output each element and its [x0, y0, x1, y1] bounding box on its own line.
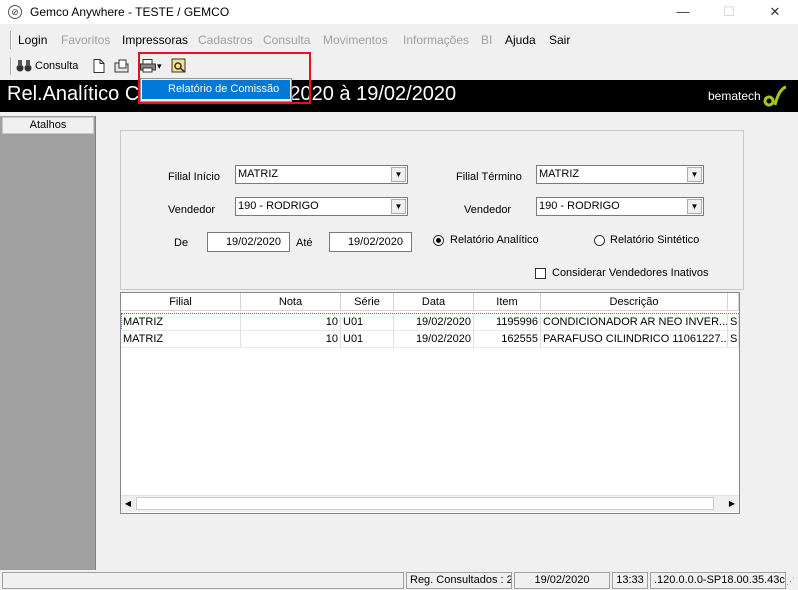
chevron-down-icon[interactable]: ▼: [391, 199, 406, 214]
open-document-button[interactable]: [113, 56, 131, 76]
consulta-label: Consulta: [35, 60, 79, 72]
col-header-serie[interactable]: Série: [341, 293, 394, 311]
de-label: De: [174, 237, 189, 249]
radio-analitico[interactable]: [433, 235, 444, 246]
vendedor-termino-value: 190 - RODRIGO: [539, 200, 620, 212]
filial-inicio-label: Filial Início: [168, 171, 220, 183]
de-date-input[interactable]: 19/02/2020: [207, 232, 290, 252]
vendedor-termino-label: Vendedor: [464, 204, 512, 216]
radio-sintetico-label[interactable]: Relatório Sintético: [610, 234, 699, 246]
status-records: Reg. Consultados : 2: [406, 572, 512, 589]
menu-cadastros[interactable]: Cadastros: [198, 33, 253, 47]
menu-informacoes[interactable]: Informações: [403, 33, 469, 47]
highlight-box: [138, 52, 311, 104]
cell-extra[interactable]: S: [728, 331, 739, 348]
menu-bar: [0, 30, 798, 50]
menu-favoritos[interactable]: Favoritos: [61, 33, 110, 47]
filial-inicio-value: MATRIZ: [238, 168, 279, 180]
window-title: Gemco Anywhere - TESTE / GEMCO: [30, 5, 230, 19]
filial-inicio-select[interactable]: MATRIZ ▼: [235, 165, 408, 184]
col-header-data[interactable]: Data: [394, 293, 474, 311]
col-header-item[interactable]: Item: [474, 293, 541, 311]
filial-termino-value: MATRIZ: [539, 168, 580, 180]
ate-date-input[interactable]: 19/02/2020: [329, 232, 412, 252]
col-header-descricao[interactable]: Descrição: [541, 293, 728, 311]
menu-consulta[interactable]: Consulta: [263, 33, 310, 47]
cell-item[interactable]: 1195996: [474, 314, 541, 331]
cell-filial[interactable]: MATRIZ: [121, 314, 241, 331]
menu-sair[interactable]: Sair: [549, 33, 570, 47]
ate-label: Até: [296, 237, 313, 249]
cell-nota[interactable]: 10: [241, 314, 341, 331]
cell-serie[interactable]: U01: [341, 331, 394, 348]
radio-sintetico[interactable]: [594, 235, 605, 246]
consulta-button[interactable]: Consulta: [14, 56, 82, 76]
menu-ajuda[interactable]: Ajuda: [505, 33, 536, 47]
vendedor-value: 190 - RODRIGO: [238, 200, 319, 212]
cell-extra[interactable]: S: [728, 314, 739, 331]
vendedor-select[interactable]: 190 - RODRIGO ▼: [235, 197, 408, 216]
binoculars-icon: [16, 60, 32, 72]
chevron-down-icon[interactable]: ▼: [391, 167, 406, 182]
cell-descricao[interactable]: CONDICIONADOR AR NEO INVER...: [541, 314, 728, 331]
filial-termino-label: Filial Término: [456, 171, 522, 183]
shortcuts-sidebar: [0, 116, 96, 570]
cell-descricao[interactable]: PARAFUSO CILINDRICO 11061227...: [541, 331, 728, 348]
scroll-left-icon[interactable]: ◀: [122, 497, 134, 510]
maximize-button[interactable]: ☐: [706, 0, 752, 24]
scroll-thumb[interactable]: [136, 497, 714, 510]
new-document-icon: [93, 59, 105, 73]
vendedor-termino-select[interactable]: 190 - RODRIGO ▼: [536, 197, 704, 216]
menu-impressoras[interactable]: Impressoras: [122, 33, 188, 47]
app-icon: ⊘: [8, 5, 22, 19]
bematech-logo-icon: [763, 85, 787, 107]
status-date: 19/02/2020: [514, 572, 610, 589]
inativos-checkbox[interactable]: [535, 268, 546, 279]
cell-serie[interactable]: U01: [341, 314, 394, 331]
col-header-nota[interactable]: Nota: [241, 293, 341, 311]
status-time: 13:33: [612, 572, 648, 589]
chevron-down-icon[interactable]: ▼: [687, 199, 702, 214]
inativos-checkbox-label[interactable]: Considerar Vendedores Inativos: [552, 267, 709, 279]
cell-item[interactable]: 162555: [474, 331, 541, 348]
col-header-extra[interactable]: [728, 293, 739, 311]
open-document-icon: [114, 59, 129, 73]
cell-nota[interactable]: 10: [241, 331, 341, 348]
menu-grip[interactable]: [10, 31, 12, 49]
menu-bi[interactable]: BI: [481, 33, 492, 47]
scroll-right-icon[interactable]: ▶: [726, 497, 738, 510]
toolbar-grip[interactable]: [10, 57, 12, 75]
status-version: .120.0.0.0-SP18.00.35.43c: [650, 572, 786, 589]
resize-grip-icon[interactable]: ⋰: [786, 576, 796, 588]
minimize-button[interactable]: —: [660, 0, 706, 24]
new-document-button[interactable]: [91, 56, 107, 76]
cell-data[interactable]: 19/02/2020: [394, 331, 474, 348]
close-button[interactable]: ✕: [752, 0, 798, 24]
menu-movimentos[interactable]: Movimentos: [323, 33, 388, 47]
radio-analitico-label[interactable]: Relatório Analítico: [450, 234, 539, 246]
menu-login[interactable]: Login: [18, 33, 47, 47]
filial-termino-select[interactable]: MATRIZ ▼: [536, 165, 704, 184]
bematech-logo-text: bematech: [708, 89, 761, 103]
status-panel-empty: [2, 572, 404, 589]
cell-filial[interactable]: MATRIZ: [121, 331, 241, 348]
chevron-down-icon[interactable]: ▼: [687, 167, 702, 182]
vendedor-label: Vendedor: [168, 204, 216, 216]
atalhos-header[interactable]: Atalhos: [2, 117, 94, 134]
cell-data[interactable]: 19/02/2020: [394, 314, 474, 331]
col-header-filial[interactable]: Filial: [121, 293, 241, 311]
